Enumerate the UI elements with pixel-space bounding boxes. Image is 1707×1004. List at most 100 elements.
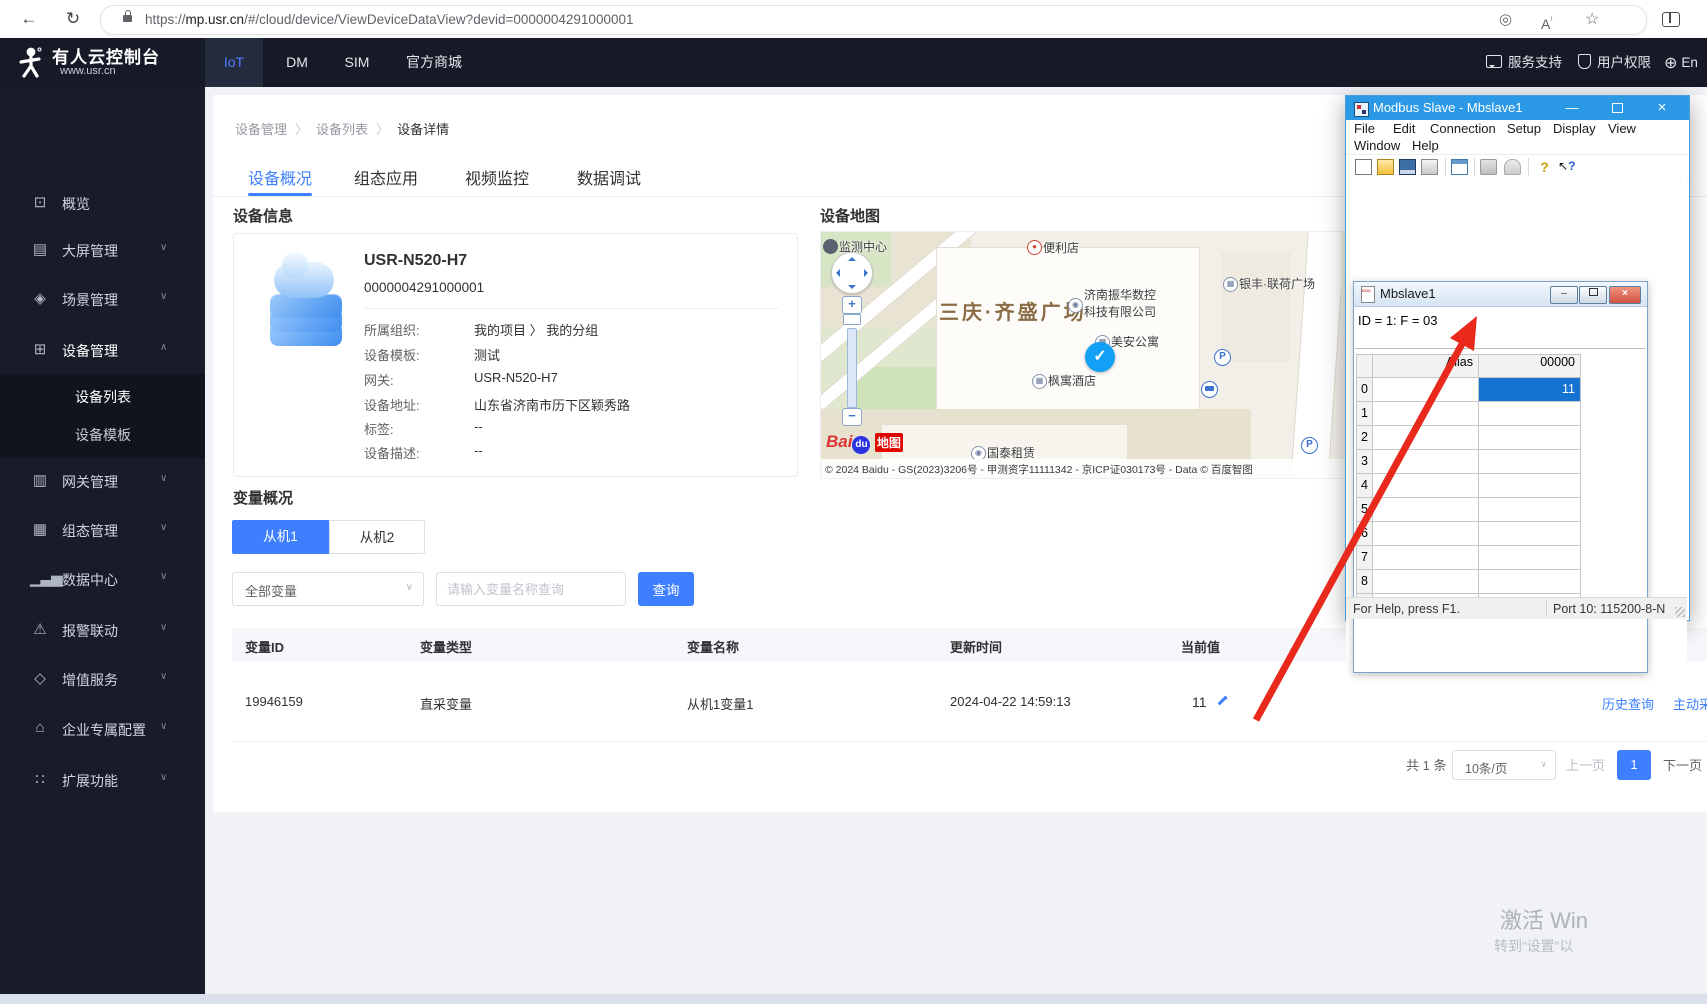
menu-view[interactable]: View [1608,121,1636,136]
help-icon[interactable]: ? [1536,159,1553,175]
open-file-icon[interactable] [1377,159,1394,175]
value-column-header[interactable]: 00000 [1479,354,1581,378]
map-pan-control[interactable] [831,252,873,294]
minimize-button[interactable]: — [1555,96,1589,120]
edit-value-icon[interactable] [1216,694,1228,706]
register-value-cell[interactable] [1479,546,1581,570]
sidebar-item-configuration[interactable]: ▦ 组态管理 ∨ [0,516,205,546]
close-button[interactable]: × [1645,96,1679,120]
maximize-button[interactable] [1600,96,1634,120]
register-value-cell[interactable] [1479,402,1581,426]
query-button[interactable]: 查询 [638,572,694,606]
breadcrumb-device-list[interactable]: 设备列表 [316,122,368,137]
print-icon[interactable] [1421,159,1438,175]
nav-permissions[interactable]: 用户权限 [1578,38,1651,87]
sidebar-item-datacenter[interactable]: ▁▃▅ 数据中心 ∨ [0,565,205,595]
alias-cell[interactable] [1373,402,1479,426]
page-size-select[interactable]: 10条/页 ∨ [1452,750,1556,780]
sidebar-item-device-template[interactable]: 设备模板 [0,418,205,452]
register-value-cell[interactable] [1479,570,1581,594]
save-file-icon[interactable] [1399,159,1416,175]
display-definition-icon[interactable] [1451,159,1468,175]
tracking-icon[interactable]: ◎ [1499,6,1512,34]
tab-data-debug[interactable]: 数据调试 [577,165,641,193]
next-page-button[interactable]: 下一页 [1663,755,1702,774]
connect-icon[interactable] [1480,159,1497,175]
history-query-link[interactable]: 历史查询 [1602,694,1654,713]
menu-file[interactable]: File [1354,121,1375,136]
sidebar-item-extensions[interactable]: ∷ 扩展功能 ∨ [0,766,205,796]
nav-tab-shop[interactable]: 官方商城 [395,38,473,87]
slave1-tab[interactable]: 从机1 [232,520,329,554]
alias-cell[interactable] [1373,546,1479,570]
register-value-cell[interactable] [1479,474,1581,498]
sidebar-item-device-list[interactable]: 设备列表 [0,380,205,414]
variable-filter-select[interactable]: 全部变量 ∨ [232,572,424,606]
sidebar-item-gateway[interactable]: ▥ 网关管理 ∨ [0,467,205,497]
nav-support[interactable]: 服务支持 [1486,38,1562,87]
read-aloud-icon[interactable]: A⁾ [1541,6,1553,34]
alias-cell[interactable] [1373,450,1479,474]
map-zoom-in-button[interactable]: + [842,296,862,314]
new-file-icon[interactable] [1355,159,1372,175]
doc-restore-button[interactable] [1579,286,1607,304]
url-text[interactable]: https://mp.usr.cn/#/cloud/device/ViewDev… [145,12,633,27]
back-icon[interactable]: ← [14,0,44,38]
sidebar-item-bigscreen[interactable]: ▤ 大屏管理 ∨ [0,236,205,266]
disconnect-icon[interactable] [1504,159,1521,175]
split-screen-icon[interactable] [1662,12,1680,27]
alias-cell[interactable] [1373,426,1479,450]
sidebar-item-alarm[interactable]: ⚠ 报警联动 ∨ [0,616,205,646]
sidebar-item-valueadded[interactable]: ◇ 增值服务 ∨ [0,665,205,695]
nav-language[interactable]: ⊕ En [1664,38,1698,87]
modbus-title-bar[interactable]: Modbus Slave - Mbslave1 — × [1346,96,1689,120]
nav-tab-iot[interactable]: IoT [205,38,263,87]
favorite-star-icon[interactable]: ☆ [1585,6,1599,34]
map-zoom-slider-track[interactable] [847,328,857,408]
resize-grip[interactable] [1675,607,1685,617]
refresh-icon[interactable]: ↻ [58,0,88,38]
slave2-tab[interactable]: 从机2 [329,520,425,554]
menu-window[interactable]: Window [1354,138,1400,153]
active-collect-link[interactable]: 主动采集 [1673,694,1707,713]
modbus-slave-window[interactable]: Modbus Slave - Mbslave1 — × File Edit Co… [1345,95,1690,693]
menu-edit[interactable]: Edit [1393,121,1415,136]
register-value-cell[interactable]: 11 [1479,378,1581,402]
register-value-cell[interactable] [1479,426,1581,450]
alias-cell[interactable] [1373,474,1479,498]
menu-setup[interactable]: Setup [1507,121,1541,136]
device-location-marker[interactable]: ✓ [1085,342,1115,372]
nav-tab-dm[interactable]: DM [275,38,319,87]
breadcrumb-device-mgmt[interactable]: 设备管理 [235,122,287,137]
tab-video-monitor[interactable]: 视频监控 [465,165,529,193]
variable-search-input[interactable] [436,572,626,606]
map-zoom-slider-handle[interactable] [843,314,861,325]
alias-cell[interactable] [1373,570,1479,594]
alias-cell[interactable] [1373,522,1479,546]
nav-tab-sim[interactable]: SIM [333,38,381,87]
tab-config-app[interactable]: 组态应用 [354,165,418,193]
mbslave-title-bar[interactable]: Mbslave1 – × [1354,282,1647,307]
alias-column-header[interactable]: Alias [1373,354,1479,378]
menu-connection[interactable]: Connection [1430,121,1496,136]
sidebar-item-enterprise[interactable]: ⌂ 企业专属配置 ∨ [0,715,205,745]
sidebar-item-overview[interactable]: ⊡ 概览 [0,189,205,219]
register-value-cell[interactable] [1479,522,1581,546]
current-page-button[interactable]: 1 [1617,750,1651,780]
map-zoom-out-button[interactable]: − [842,408,862,426]
register-value-cell[interactable] [1479,450,1581,474]
sidebar-item-scene[interactable]: ◈ 场景管理 ∨ [0,285,205,315]
context-help-icon[interactable]: ↖? [1558,159,1575,175]
brand-logo[interactable]: 有人云控制台 www.usr.cn [0,38,205,87]
menu-display[interactable]: Display [1553,121,1596,136]
sidebar-item-device[interactable]: ⊞ 设备管理 ∧ [0,336,205,366]
doc-close-button[interactable]: × [1609,286,1641,304]
menu-help[interactable]: Help [1412,138,1439,153]
alias-cell[interactable] [1373,498,1479,522]
address-bar[interactable]: https://mp.usr.cn/#/cloud/device/ViewDev… [100,5,1647,35]
tab-device-overview[interactable]: 设备概况 [248,165,312,193]
prev-page-button[interactable]: 上一页 [1566,755,1605,774]
register-value-cell[interactable] [1479,498,1581,522]
alias-cell[interactable] [1373,378,1479,402]
doc-minimize-button[interactable]: – [1550,286,1578,304]
